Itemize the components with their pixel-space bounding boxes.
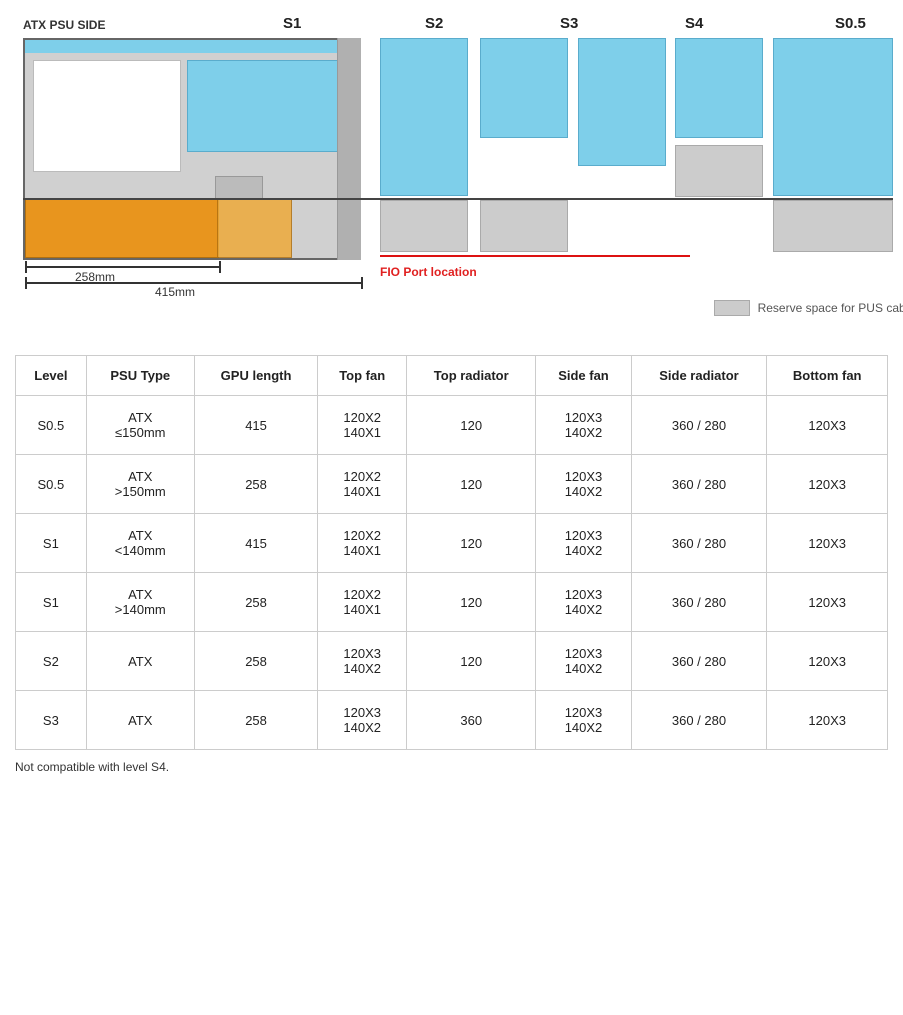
legend: Reserve space for PUS cable — [714, 300, 903, 316]
cell-r2-c0: S1 — [16, 514, 87, 573]
cell-r4-c2: 258 — [194, 632, 318, 691]
cell-r0-c2: 415 — [194, 396, 318, 455]
case-side-panel — [337, 38, 361, 260]
label-s1: S1 — [283, 15, 301, 32]
cell-r1-c6: 360 / 280 — [631, 455, 767, 514]
cell-r4-c5: 120X3 140X2 — [536, 632, 631, 691]
cell-r2-c6: 360 / 280 — [631, 514, 767, 573]
cell-r3-c4: 120 — [407, 573, 536, 632]
cell-r5-c2: 258 — [194, 691, 318, 750]
table-section: Level PSU Type GPU length Top fan Top ra… — [15, 355, 888, 774]
cell-r0-c4: 120 — [407, 396, 536, 455]
cell-r1-c1: ATX >150mm — [86, 455, 194, 514]
cell-r2-c5: 120X3 140X2 — [536, 514, 631, 573]
cell-r2-c7: 120X3 — [767, 514, 888, 573]
cell-r2-c1: ATX <140mm — [86, 514, 194, 573]
cell-r4-c6: 360 / 280 — [631, 632, 767, 691]
col-side-fan: Side fan — [536, 356, 631, 396]
cell-r3-c1: ATX >140mm — [86, 573, 194, 632]
measure-415-line — [25, 282, 361, 284]
cell-r5-c4: 360 — [407, 691, 536, 750]
table-row: S0.5ATX ≤150mm415120X2 140X1120120X3 140… — [16, 396, 888, 455]
label-s05: S0.5 — [835, 15, 866, 32]
label-s2: S2 — [425, 15, 443, 32]
cell-r3-c5: 120X3 140X2 — [536, 573, 631, 632]
cell-r5-c6: 360 / 280 — [631, 691, 767, 750]
cell-r0-c7: 120X3 — [767, 396, 888, 455]
cell-r4-c4: 120 — [407, 632, 536, 691]
case-psu-right — [217, 198, 292, 258]
cell-r0-c1: ATX ≤150mm — [86, 396, 194, 455]
s3-slot-top — [578, 38, 666, 166]
cell-r1-c3: 120X2 140X1 — [318, 455, 407, 514]
case-bracket — [215, 176, 263, 200]
s1-slot-top — [380, 38, 468, 196]
col-top-radiator: Top radiator — [407, 356, 536, 396]
cell-r1-c5: 120X3 140X2 — [536, 455, 631, 514]
cell-r0-c3: 120X2 140X1 — [318, 396, 407, 455]
col-bottom-fan: Bottom fan — [767, 356, 888, 396]
col-top-fan: Top fan — [318, 356, 407, 396]
cell-r5-c1: ATX — [86, 691, 194, 750]
col-psu-type: PSU Type — [86, 356, 194, 396]
cell-r0-c6: 360 / 280 — [631, 396, 767, 455]
diagram-section: ATX PSU SIDE S1 S2 S3 S4 S0.5 FIO Port l… — [15, 10, 903, 325]
cell-r3-c2: 258 — [194, 573, 318, 632]
cell-r5-c5: 120X3 140X2 — [536, 691, 631, 750]
table-row: S0.5ATX >150mm258120X2 140X1120120X3 140… — [16, 455, 888, 514]
col-level: Level — [16, 356, 87, 396]
table-row: S2ATX258120X3 140X2120120X3 140X2360 / 2… — [16, 632, 888, 691]
s4-slot-top — [675, 38, 763, 138]
col-side-radiator: Side radiator — [631, 356, 767, 396]
cell-r4-c1: ATX — [86, 632, 194, 691]
cell-r0-c5: 120X3 140X2 — [536, 396, 631, 455]
cell-r5-c3: 120X3 140X2 — [318, 691, 407, 750]
cell-r4-c0: S2 — [16, 632, 87, 691]
hline-fio — [380, 255, 690, 257]
label-atx-psu: ATX PSU SIDE — [23, 18, 105, 32]
cell-r4-c7: 120X3 — [767, 632, 888, 691]
footnote: Not compatible with level S4. — [15, 760, 888, 774]
cell-r0-c0: S0.5 — [16, 396, 87, 455]
compatibility-table: Level PSU Type GPU length Top fan Top ra… — [15, 355, 888, 750]
s1-slot-mid — [380, 200, 468, 252]
cell-r2-c2: 415 — [194, 514, 318, 573]
table-row: S1ATX >140mm258120X2 140X1120120X3 140X2… — [16, 573, 888, 632]
s4-slot-gray — [675, 145, 763, 197]
cell-r2-c3: 120X2 140X1 — [318, 514, 407, 573]
cell-r1-c2: 258 — [194, 455, 318, 514]
cell-r3-c7: 120X3 — [767, 573, 888, 632]
legend-text: Reserve space for PUS cable — [758, 301, 903, 315]
table-row: S1ATX <140mm415120X2 140X1120120X3 140X2… — [16, 514, 888, 573]
s2-slot-mid — [480, 200, 568, 252]
col-gpu-length: GPU length — [194, 356, 318, 396]
cell-r5-c7: 120X3 — [767, 691, 888, 750]
measure-258-line — [25, 266, 219, 268]
case-cyan-top — [25, 40, 359, 53]
cell-r1-c4: 120 — [407, 455, 536, 514]
case-gpu — [187, 60, 345, 152]
case-psu-left — [25, 198, 219, 258]
cell-r4-c3: 120X3 140X2 — [318, 632, 407, 691]
s2-slot-top — [480, 38, 568, 138]
cell-r1-c7: 120X3 — [767, 455, 888, 514]
table-header-row: Level PSU Type GPU length Top fan Top ra… — [16, 356, 888, 396]
cell-r1-c0: S0.5 — [16, 455, 87, 514]
s05-slot-top — [773, 38, 893, 196]
measure-415: 415mm — [155, 285, 195, 299]
legend-box — [714, 300, 750, 316]
label-s4: S4 — [685, 15, 703, 32]
cell-r2-c4: 120 — [407, 514, 536, 573]
cell-r3-c6: 360 / 280 — [631, 573, 767, 632]
case-mobo — [33, 60, 181, 172]
cell-r3-c3: 120X2 140X1 — [318, 573, 407, 632]
fio-label: FIO Port location — [380, 265, 477, 279]
s05-slot-gray — [773, 200, 893, 252]
cell-r3-c0: S1 — [16, 573, 87, 632]
table-row: S3ATX258120X3 140X2360120X3 140X2360 / 2… — [16, 691, 888, 750]
label-s3: S3 — [560, 15, 578, 32]
cell-r5-c0: S3 — [16, 691, 87, 750]
